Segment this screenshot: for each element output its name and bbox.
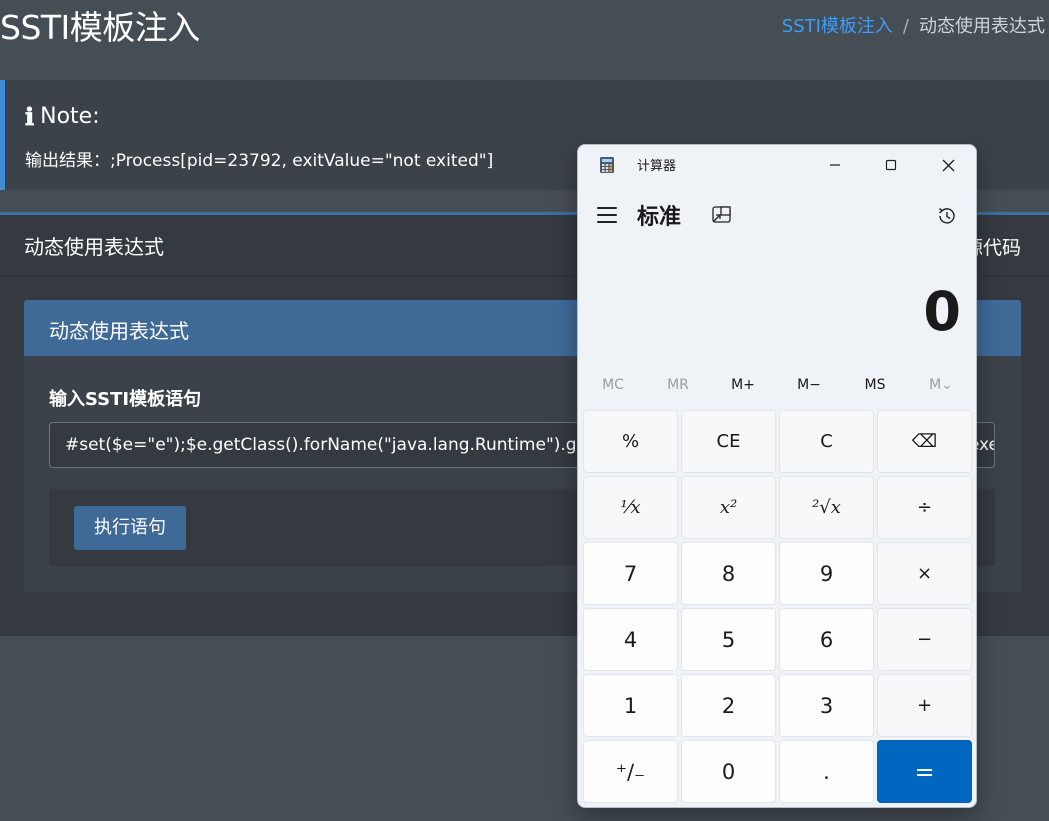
digit-8-button[interactable]: 8: [681, 542, 776, 605]
square-button[interactable]: x²: [681, 476, 776, 539]
memory-subtract-button[interactable]: M−: [784, 377, 834, 393]
digit-2-button[interactable]: 2: [681, 674, 776, 737]
calculator-window-title: 计算器: [637, 159, 677, 174]
info-icon: ℹ: [25, 102, 35, 131]
digit-9-button[interactable]: 9: [779, 542, 874, 605]
multiply-button[interactable]: ×: [877, 542, 972, 605]
memory-row: MC MR M+ M− MS M⌄: [578, 371, 976, 403]
percent-button[interactable]: %: [583, 410, 678, 473]
note-heading-row: ℹ Note:: [25, 102, 100, 131]
page-title: SSTI模板注入: [0, 8, 200, 47]
subtract-button[interactable]: −: [877, 608, 972, 671]
digit-4-button[interactable]: 4: [583, 608, 678, 671]
breadcrumb-current: 动态使用表达式: [919, 16, 1045, 37]
panel-title: 动态使用表达式: [49, 319, 189, 343]
maximize-icon: [885, 159, 897, 171]
calculator-mode: 标准: [637, 205, 682, 230]
calculator-app-icon: [600, 157, 614, 173]
divide-button[interactable]: ÷: [877, 476, 972, 539]
minimize-icon: [830, 164, 840, 166]
calculator-titlebar[interactable]: 计算器: [578, 145, 976, 185]
hamburger-menu-icon[interactable]: [597, 207, 617, 228]
history-icon[interactable]: [936, 205, 958, 227]
calculator-window: 计算器 标准 0 MC MR M+ M− MS M⌄ % CE C ⌫ ⅟x x…: [577, 144, 977, 808]
memory-store-button[interactable]: MS: [850, 377, 900, 393]
execute-button[interactable]: 执行语句: [74, 506, 186, 550]
memory-recall-button[interactable]: MR: [653, 377, 703, 393]
calculator-display: 0: [923, 280, 961, 343]
decimal-button[interactable]: .: [779, 740, 874, 803]
minimize-button[interactable]: [812, 145, 858, 185]
reciprocal-button[interactable]: ⅟x: [583, 476, 678, 539]
keep-on-top-icon[interactable]: [712, 206, 731, 223]
equals-button[interactable]: =: [877, 740, 972, 803]
digit-1-button[interactable]: 1: [583, 674, 678, 737]
digit-0-button[interactable]: 0: [681, 740, 776, 803]
calculator-keypad: % CE C ⌫ ⅟x x² ²√x ÷ 7 8 9 × 4 5 6 − 1 2…: [583, 410, 972, 803]
digit-3-button[interactable]: 3: [779, 674, 874, 737]
digit-6-button[interactable]: 6: [779, 608, 874, 671]
breadcrumb: SSTI模板注入 / 动态使用表达式: [782, 14, 1045, 40]
digit-7-button[interactable]: 7: [583, 542, 678, 605]
card-title: 动态使用表达式: [24, 235, 164, 259]
clear-button[interactable]: C: [779, 410, 874, 473]
note-output: 输出结果：;Process[pid=23792, exitValue="not …: [25, 151, 494, 171]
note-heading: Note:: [40, 104, 100, 129]
maximize-button[interactable]: [868, 145, 914, 185]
breadcrumb-link[interactable]: SSTI模板注入: [782, 14, 893, 40]
negate-button[interactable]: ⁺∕₋: [583, 740, 678, 803]
add-button[interactable]: +: [877, 674, 972, 737]
close-icon: [942, 159, 954, 171]
memory-list-button[interactable]: M⌄: [916, 377, 966, 393]
close-button[interactable]: [925, 145, 971, 185]
backspace-button[interactable]: ⌫: [877, 410, 972, 473]
memory-add-button[interactable]: M+: [718, 377, 768, 393]
breadcrumb-separator: /: [902, 16, 909, 37]
memory-clear-button[interactable]: MC: [588, 377, 638, 393]
square-root-button[interactable]: ²√x: [779, 476, 874, 539]
clear-entry-button[interactable]: CE: [681, 410, 776, 473]
input-label: 输入SSTI模板语句: [49, 389, 202, 410]
digit-5-button[interactable]: 5: [681, 608, 776, 671]
